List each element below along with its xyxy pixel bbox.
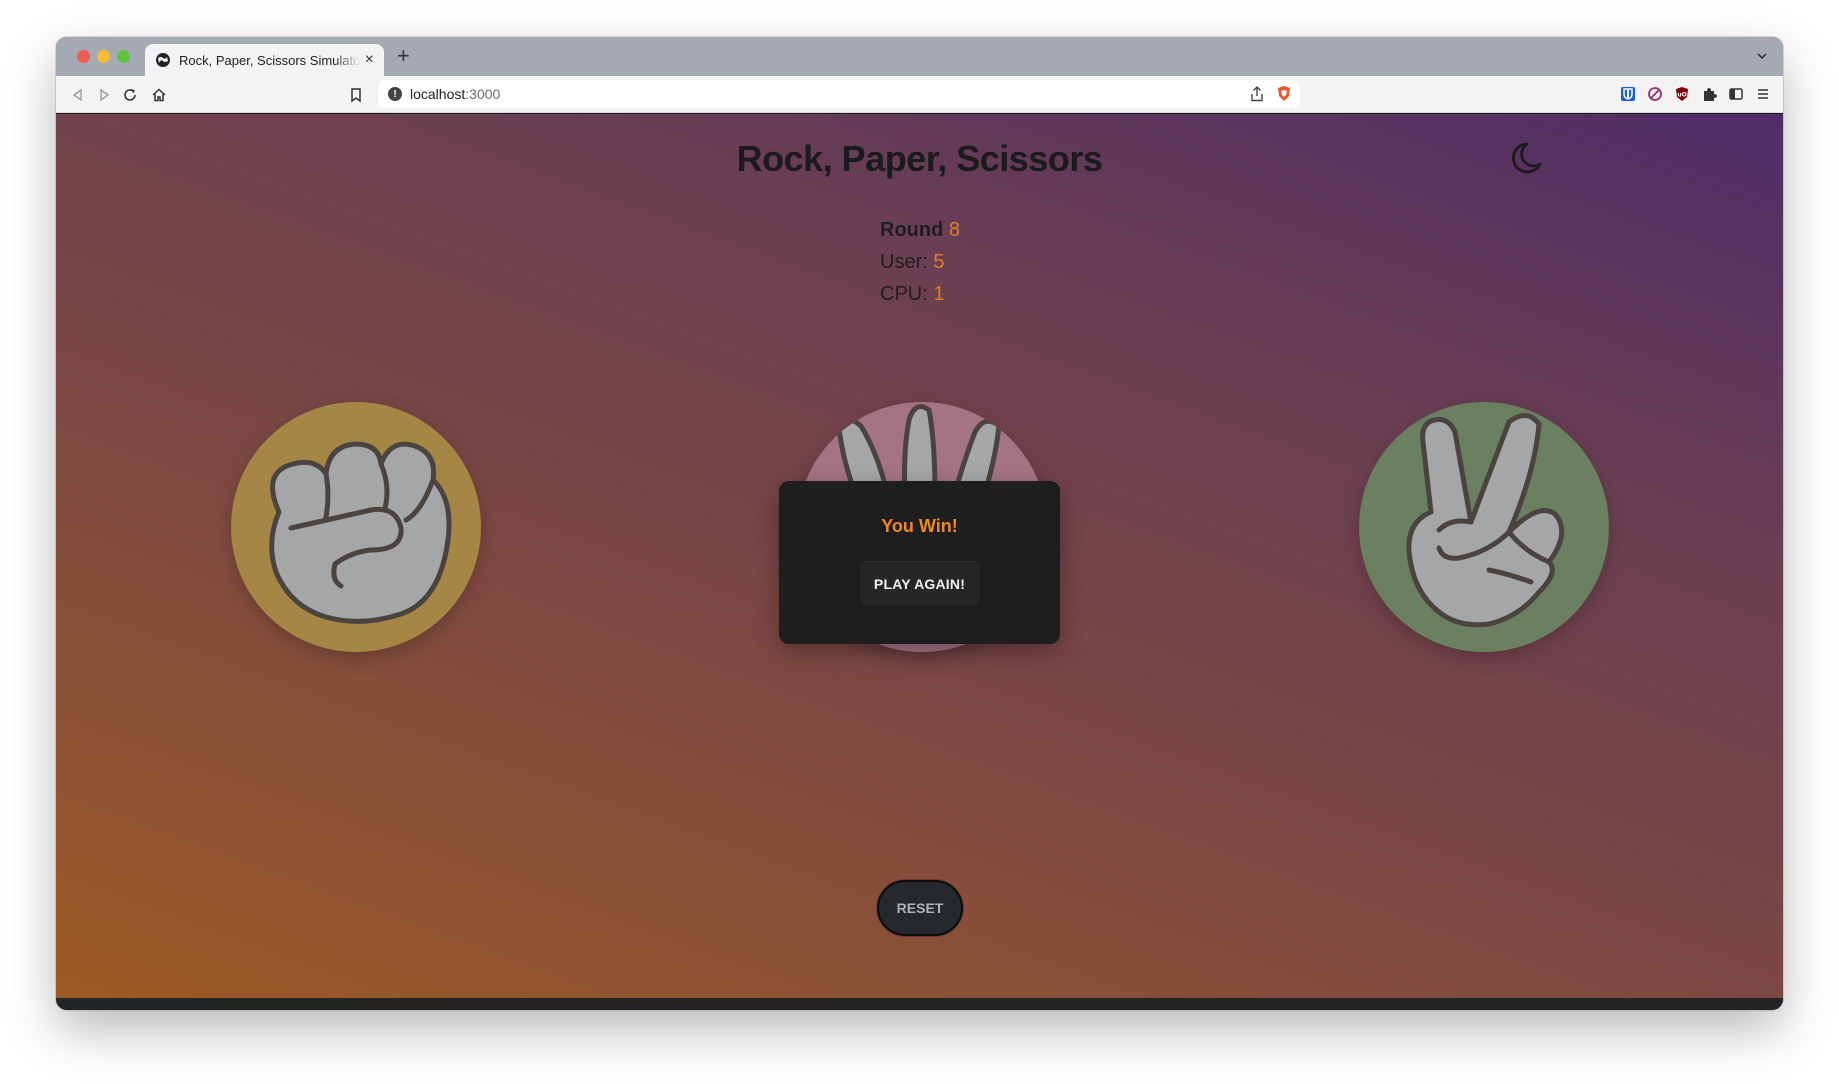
new-tab-button[interactable]: + <box>397 45 410 67</box>
browser-tab[interactable]: Rock, Paper, Scissors Simulator × <box>145 44 384 76</box>
result-title: You Win! <box>881 516 958 536</box>
bitwarden-icon[interactable] <box>1619 85 1636 102</box>
fist-hand-icon <box>269 441 452 624</box>
cpu-score-row: CPU: 1 <box>880 278 960 310</box>
minimize-window-button[interactable] <box>97 50 110 63</box>
chevron-down-icon[interactable] <box>1755 49 1769 63</box>
forward-icon[interactable] <box>94 85 114 105</box>
user-label: User: <box>880 251 928 273</box>
share-icon[interactable] <box>1250 85 1264 102</box>
close-window-button[interactable] <box>77 50 90 63</box>
cpu-score-value: 1 <box>933 283 945 305</box>
svg-text:uO: uO <box>1677 91 1686 98</box>
url-host: localhost <box>410 86 466 102</box>
page-content: Rock, Paper, Scissors Round 8 User: 5 CP… <box>56 114 1783 998</box>
cpu-label: CPU: <box>880 283 928 305</box>
maximize-window-button[interactable] <box>117 50 130 63</box>
rock-choice-button[interactable] <box>231 402 481 652</box>
user-score-value: 5 <box>933 251 945 273</box>
page-bottom-bar <box>56 998 1783 1010</box>
browser-toolbar: ! localhost :3000 uO <box>56 76 1783 113</box>
round-value: 8 <box>948 219 960 241</box>
play-again-button[interactable]: PLAY AGAIN! <box>859 561 980 606</box>
scissors-choice-button[interactable] <box>1359 402 1609 652</box>
round-label: Round <box>880 219 944 241</box>
block-icon[interactable] <box>1646 85 1663 102</box>
back-icon[interactable] <box>68 85 88 105</box>
home-icon[interactable] <box>149 85 169 105</box>
reset-button[interactable]: RESET <box>877 880 963 936</box>
url-port: :3000 <box>465 86 501 102</box>
sidebar-icon[interactable] <box>1727 85 1744 102</box>
reload-icon[interactable] <box>120 85 140 105</box>
menu-icon[interactable] <box>1754 85 1771 102</box>
brave-shield-icon[interactable] <box>1276 85 1292 102</box>
bookmark-icon[interactable] <box>346 85 366 105</box>
address-bar[interactable]: ! localhost :3000 <box>378 80 1300 108</box>
site-info-icon[interactable]: ! <box>388 87 402 101</box>
moon-icon[interactable] <box>1505 138 1545 178</box>
round-row: Round 8 <box>880 214 960 246</box>
scoreboard: Round 8 User: 5 CPU: 1 <box>880 214 960 310</box>
tab-strip: Rock, Paper, Scissors Simulator × + <box>56 37 1783 76</box>
globe-icon <box>156 53 170 67</box>
result-modal: You Win! PLAY AGAIN! <box>779 481 1060 644</box>
user-score-row: User: 5 <box>880 246 960 278</box>
tab-close-icon[interactable]: × <box>365 52 374 68</box>
tab-title: Rock, Paper, Scissors Simulator <box>179 52 361 68</box>
ublock-icon[interactable]: uO <box>1673 85 1690 102</box>
browser-window: Rock, Paper, Scissors Simulator × + ! lo… <box>56 37 1783 1010</box>
extensions-area: uO <box>1619 85 1771 102</box>
puzzle-icon[interactable] <box>1700 85 1717 102</box>
peace-hand-icon <box>1406 413 1565 628</box>
